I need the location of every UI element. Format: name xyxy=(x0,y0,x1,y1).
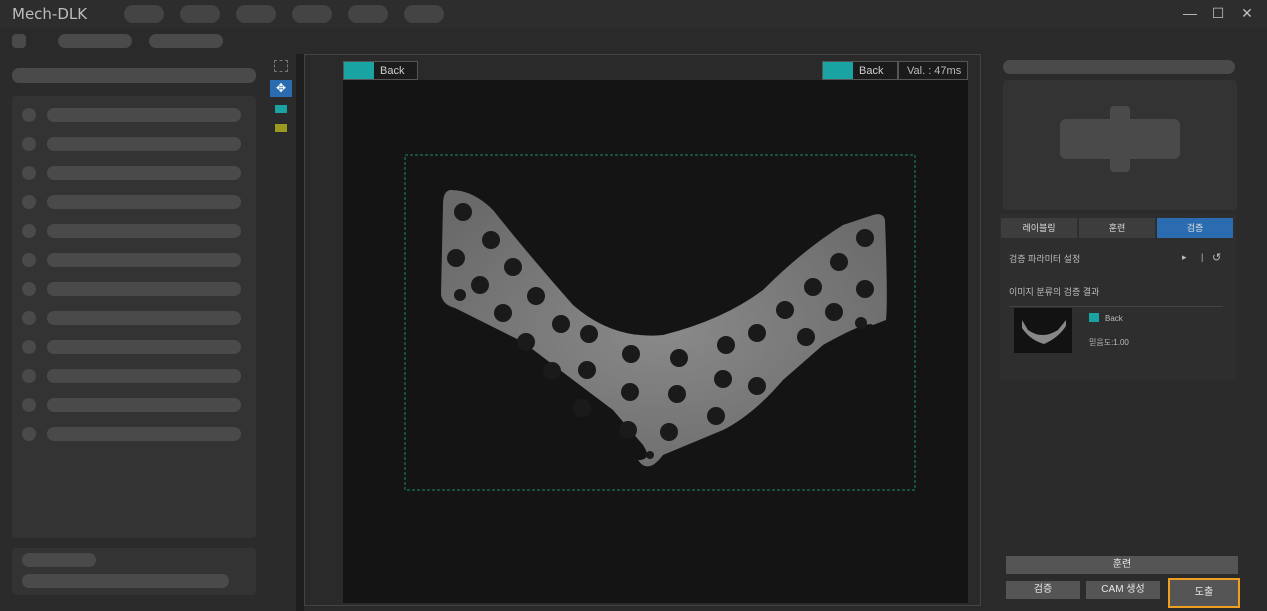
info-line xyxy=(22,574,229,588)
image-canvas[interactable] xyxy=(343,80,968,603)
list-item[interactable] xyxy=(47,195,241,209)
list-item[interactable] xyxy=(47,311,241,325)
move-tool-icon[interactable]: ✥ xyxy=(270,80,292,97)
validate-button[interactable]: 검증 xyxy=(1006,581,1080,599)
result-class-label: Back xyxy=(1105,314,1123,323)
list-item[interactable] xyxy=(47,427,241,441)
label-color-swatch xyxy=(344,62,374,79)
menu-item[interactable] xyxy=(348,5,388,23)
left-panel xyxy=(0,54,268,611)
list-item[interactable] xyxy=(47,340,241,354)
tab-labeling[interactable]: 레이블링 xyxy=(1001,218,1077,238)
part-image xyxy=(404,154,916,491)
label-color-icon[interactable] xyxy=(275,124,287,132)
list-item[interactable] xyxy=(47,166,241,180)
list-item[interactable] xyxy=(47,224,241,238)
label-tag-text: Back xyxy=(859,65,884,77)
list-item[interactable] xyxy=(47,369,241,383)
play-icon[interactable]: ▸ xyxy=(1182,252,1187,263)
train-button[interactable]: 훈련 xyxy=(1006,556,1238,574)
list-item[interactable] xyxy=(47,398,241,412)
label-color-swatch xyxy=(823,62,853,79)
ruler xyxy=(296,54,304,611)
right-panel-header xyxy=(1003,60,1235,74)
info-box xyxy=(12,548,256,595)
divider: | xyxy=(1201,252,1204,262)
export-button[interactable]: 도출 xyxy=(1168,578,1240,608)
label-color-icon[interactable] xyxy=(275,105,287,113)
result-class-swatch xyxy=(1089,313,1099,322)
param-settings-label: 검증 파라미터 설정 xyxy=(1009,254,1081,264)
label-tag-left: Back xyxy=(343,61,418,80)
menu-item[interactable] xyxy=(404,5,444,23)
divider xyxy=(1009,306,1223,307)
toolbar-item[interactable] xyxy=(149,34,223,48)
validation-time: Val. : 47ms xyxy=(898,61,968,80)
select-tool-icon[interactable] xyxy=(274,60,288,72)
cam-button[interactable]: CAM 생성 xyxy=(1086,581,1160,599)
result-thumbnail[interactable] xyxy=(1014,308,1072,353)
minimize-icon[interactable]: — xyxy=(1181,4,1199,22)
tab-validation[interactable]: 검증 xyxy=(1157,218,1233,238)
list-item[interactable] xyxy=(47,253,241,267)
info-line xyxy=(22,553,96,567)
result-confidence: 믿음도:1.00 xyxy=(1089,338,1129,347)
toolbar xyxy=(0,28,1267,54)
app-title: Mech-DLK xyxy=(12,5,88,23)
list-item[interactable] xyxy=(47,137,241,151)
thumbnail-image xyxy=(1022,320,1066,344)
menu-item[interactable] xyxy=(236,5,276,23)
toolbar-icon[interactable] xyxy=(12,34,26,48)
list-item[interactable] xyxy=(47,108,241,122)
menu-item[interactable] xyxy=(292,5,332,23)
label-tag-right: Back xyxy=(822,61,898,80)
left-panel-header xyxy=(12,68,256,83)
menu-item[interactable] xyxy=(124,5,164,23)
tab-training[interactable]: 훈련 xyxy=(1079,218,1155,238)
close-icon[interactable]: ✕ xyxy=(1238,4,1256,22)
toolbar-item[interactable] xyxy=(58,34,132,48)
history-icon[interactable]: ↺ xyxy=(1212,251,1221,264)
result-title: 이미지 분류의 검증 결과 xyxy=(1009,287,1100,297)
title-bar: Mech-DLK — ☐ ✕ xyxy=(0,0,1267,28)
menu-item[interactable] xyxy=(180,5,220,23)
image-preview-box xyxy=(1003,80,1237,210)
preview-placeholder xyxy=(1110,106,1130,172)
right-panel: 레이블링 훈련 검증 검증 파라미터 설정 ▸ | ↺ 이미지 분류의 검증 결… xyxy=(998,54,1267,611)
label-tag-text: Back xyxy=(380,65,405,77)
maximize-icon[interactable]: ☐ xyxy=(1209,4,1227,22)
list-item[interactable] xyxy=(47,282,241,296)
project-list xyxy=(12,96,256,538)
tool-strip: ✥ xyxy=(268,54,296,611)
